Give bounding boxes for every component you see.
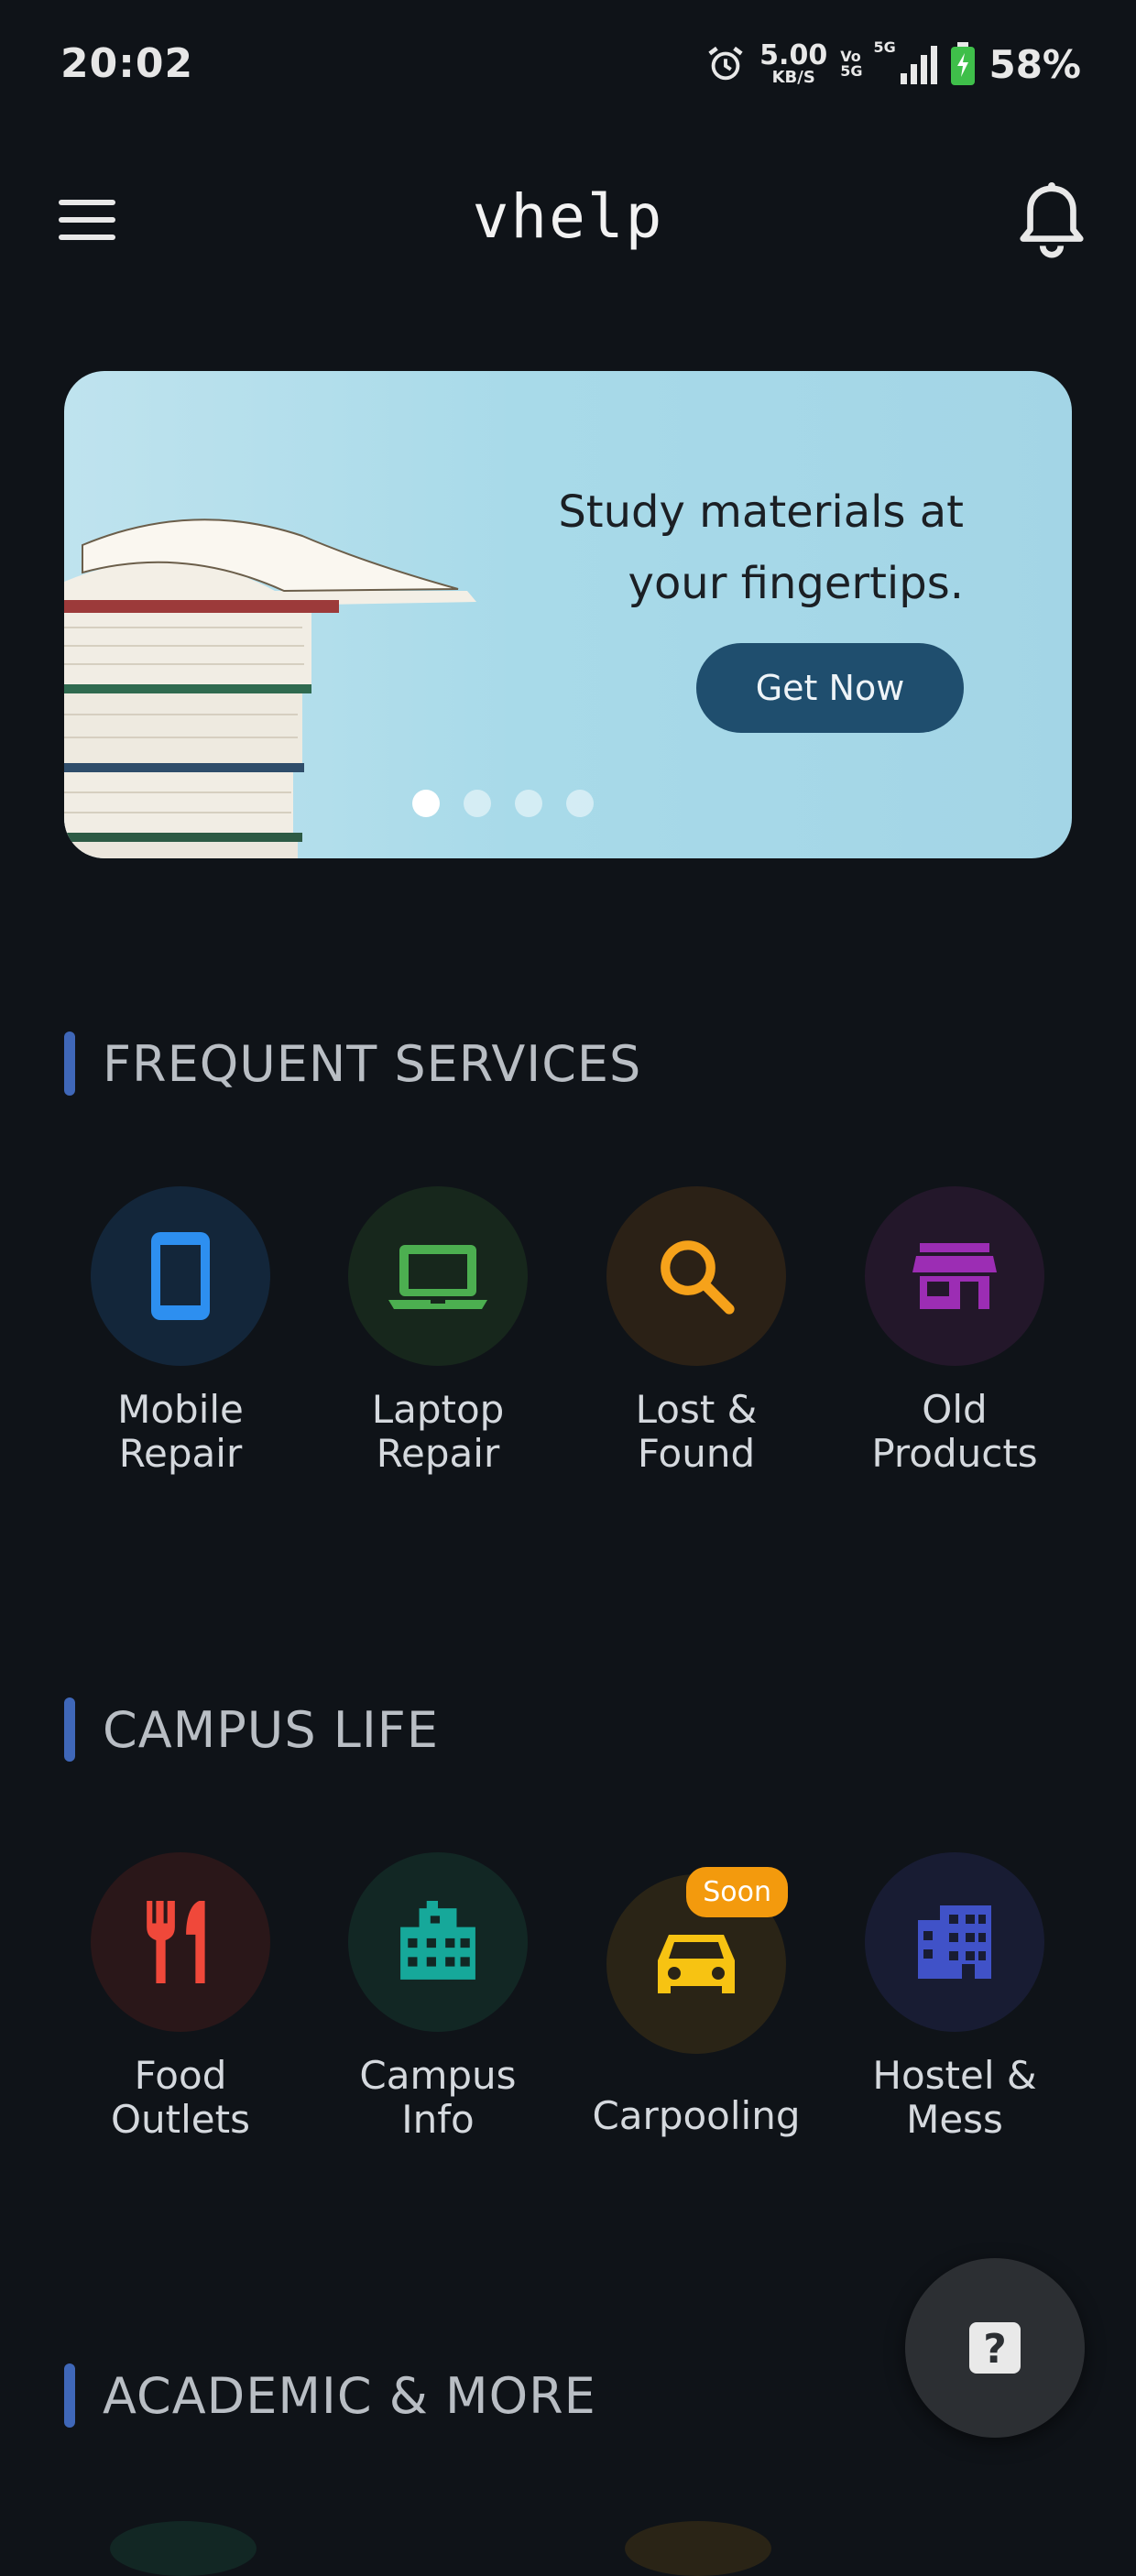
storefront-icon xyxy=(912,1243,997,1309)
network-speed: 5.00 KB/S xyxy=(759,42,827,86)
service-label: Mobile Repair xyxy=(71,1388,290,1476)
car-icon xyxy=(658,1935,735,1993)
section-title: ACADEMIC & MORE xyxy=(103,2366,596,2425)
network-speed-value: 5.00 xyxy=(759,39,828,71)
label-line: Food xyxy=(134,2053,227,2098)
bell-icon[interactable] xyxy=(1015,181,1088,260)
banner-headline: Study materials at your fingertips. xyxy=(558,476,964,619)
help-question-icon: ? xyxy=(969,2322,1021,2374)
service-hostel-mess[interactable]: Hostel & Mess xyxy=(845,1852,1065,2142)
label-line: Lost & xyxy=(635,1387,758,1432)
section-academic-more: ACADEMIC & MORE xyxy=(64,2363,596,2428)
promo-banner-carousel[interactable]: Study materials at your fingertips. Get … xyxy=(64,371,1072,858)
battery-percent: 58% xyxy=(989,41,1081,87)
section-frequent-services: FREQUENT SERVICES xyxy=(64,1031,641,1096)
app-title: vhelp xyxy=(472,181,664,252)
label-line: Outlets xyxy=(110,2097,250,2142)
carousel-dot[interactable] xyxy=(464,790,491,817)
buildings-icon xyxy=(400,1901,475,1980)
label-line: Carpooling xyxy=(592,2093,801,2138)
battery-charging-icon xyxy=(951,42,976,85)
service-icon-circle xyxy=(865,1852,1044,2032)
service-campus-info[interactable]: Campus Info xyxy=(328,1852,548,2142)
section-title: FREQUENT SERVICES xyxy=(103,1034,642,1093)
label-line: Laptop xyxy=(371,1387,505,1432)
apartment-icon xyxy=(918,1905,991,1979)
service-icon-circle: Soon xyxy=(606,1867,788,2054)
service-food-outlets[interactable]: Food Outlets xyxy=(71,1852,290,2142)
label-line: Info xyxy=(401,2097,475,2142)
section-accent-bar xyxy=(64,1697,75,1762)
label-line: Found xyxy=(637,1431,756,1476)
service-icon-circle[interactable] xyxy=(625,2521,771,2576)
service-label: Old Products xyxy=(845,1388,1065,1476)
laptop-icon xyxy=(388,1245,487,1309)
label-line: Hostel & xyxy=(872,2053,1037,2098)
search-icon xyxy=(661,1240,735,1315)
campus-life-grid: Food Outlets Campus Info Soon Carpooling… xyxy=(64,1852,1099,2182)
label-line: Mobile xyxy=(117,1387,244,1432)
get-now-button[interactable]: Get Now xyxy=(696,643,964,733)
label-line: Mess xyxy=(906,2097,1003,2142)
service-icon-circle xyxy=(606,1186,786,1366)
network-type-label: 5G xyxy=(873,38,896,56)
network-speed-unit: KB/S xyxy=(771,68,815,87)
help-glyph: ? xyxy=(983,2326,1007,2373)
label-line: Campus xyxy=(359,2053,517,2098)
service-icon-circle xyxy=(348,1852,528,2032)
service-label: Food Outlets xyxy=(71,2054,290,2142)
section-accent-bar xyxy=(64,1031,75,1096)
soon-badge: Soon xyxy=(686,1867,788,1917)
section-campus-life: CAMPUS LIFE xyxy=(64,1697,439,1762)
volte-indicator: Vo 5G xyxy=(840,49,862,79)
service-icon-circle xyxy=(865,1186,1044,1366)
service-label: Hostel & Mess xyxy=(845,2054,1065,2142)
signal-icon: 5G xyxy=(873,38,938,84)
service-laptop-repair[interactable]: Laptop Repair xyxy=(328,1186,548,1476)
service-lost-found[interactable]: Lost & Found xyxy=(586,1186,806,1476)
alarm-icon xyxy=(708,46,743,81)
section-accent-bar xyxy=(64,2363,75,2428)
service-label: Campus Info xyxy=(328,2054,548,2142)
service-icon-circle xyxy=(91,1852,270,2032)
service-label: Carpooling xyxy=(559,2094,834,2138)
service-icon-circle[interactable] xyxy=(110,2521,257,2576)
service-icon-circle xyxy=(91,1186,270,1366)
carousel-indicator xyxy=(412,790,594,817)
service-old-products[interactable]: Old Products xyxy=(845,1186,1065,1476)
section-title: CAMPUS LIFE xyxy=(103,1700,439,1759)
help-fab-button[interactable]: ? xyxy=(905,2258,1085,2438)
label-line: Products xyxy=(871,1431,1038,1476)
label-line: Repair xyxy=(376,1431,500,1476)
label-line: Repair xyxy=(118,1431,243,1476)
volte-bottom: 5G xyxy=(840,62,863,80)
service-label: Lost & Found xyxy=(586,1388,806,1476)
carousel-dot[interactable] xyxy=(412,790,440,817)
smartphone-icon xyxy=(151,1232,210,1320)
banner-line-2: your fingertips. xyxy=(628,558,964,609)
carousel-dot[interactable] xyxy=(515,790,542,817)
status-time: 20:02 xyxy=(60,40,194,87)
service-icon-circle xyxy=(348,1186,528,1366)
app-bar: vhelp xyxy=(0,165,1136,275)
service-mobile-repair[interactable]: Mobile Repair xyxy=(71,1186,290,1476)
frequent-services-grid: Mobile Repair Laptop Repair Lost & Found… xyxy=(64,1186,1099,1516)
service-carpooling[interactable]: Soon Carpooling xyxy=(586,1852,806,2138)
status-bar: 20:02 5.00 KB/S Vo 5G 5G 58% xyxy=(0,0,1136,137)
fork-knife-icon xyxy=(147,1901,205,1983)
label-line: Old xyxy=(922,1387,988,1432)
service-label: Laptop Repair xyxy=(328,1388,548,1476)
banner-line-1: Study materials at xyxy=(558,486,964,538)
status-icons: 5.00 KB/S Vo 5G 5G 58% xyxy=(705,37,1081,92)
carousel-dot[interactable] xyxy=(566,790,594,817)
